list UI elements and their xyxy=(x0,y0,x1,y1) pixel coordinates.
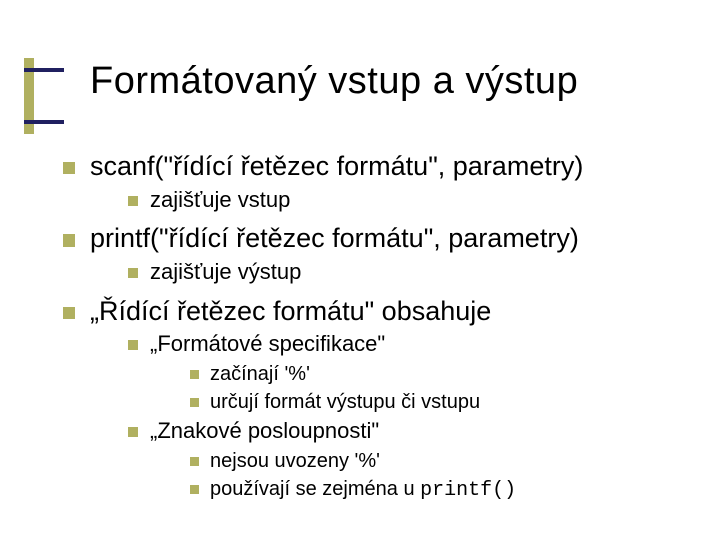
accent-tick xyxy=(24,68,64,72)
item-text: printf("řídící řetězec formátu", paramet… xyxy=(90,223,579,253)
item-text: „Formátové specifikace" xyxy=(150,331,385,356)
list-item: určují formát výstupu či vstupu xyxy=(210,389,690,415)
square-bullet-icon xyxy=(128,268,138,278)
square-bullet-icon xyxy=(63,234,75,246)
square-bullet-icon xyxy=(128,196,138,206)
list-item: začínají '%' xyxy=(210,361,690,387)
item-text: zajišťuje vstup xyxy=(150,187,290,212)
list-item: „Znakové posloupnosti" xyxy=(150,417,690,446)
item-text: začínají '%' xyxy=(210,363,310,385)
list-item: zajišťuje vstup xyxy=(150,186,690,215)
item-text: nejsou uvozeny '%' xyxy=(210,450,380,472)
list-item: „Formátové specifikace" xyxy=(150,330,690,359)
item-text: „Řídící řetězec formátu" obsahuje xyxy=(90,296,491,326)
slide-title: Formátovaný vstup a výstup xyxy=(90,60,578,103)
slide: Formátovaný vstup a výstup scanf("řídící… xyxy=(0,0,720,540)
list-item: printf("řídící řetězec formátu", paramet… xyxy=(90,222,690,256)
square-bullet-icon xyxy=(190,398,199,407)
item-text: „Znakové posloupnosti" xyxy=(150,418,379,443)
list-item: používají se zejména u printf() xyxy=(210,476,690,504)
list-item: nejsou uvozeny '%' xyxy=(210,448,690,474)
list-item: scanf("řídící řetězec formátu", parametr… xyxy=(90,150,690,184)
item-text: zajišťuje výstup xyxy=(150,259,301,284)
slide-body: scanf("řídící řetězec formátu", parametr… xyxy=(60,150,690,506)
list-item: zajišťuje výstup xyxy=(150,258,690,287)
square-bullet-icon xyxy=(190,457,199,466)
item-text: scanf("řídící řetězec formátu", parametr… xyxy=(90,151,583,181)
square-bullet-icon xyxy=(63,307,75,319)
square-bullet-icon xyxy=(128,427,138,437)
square-bullet-icon xyxy=(63,162,75,174)
item-text: určují formát výstupu či vstupu xyxy=(210,391,480,413)
square-bullet-icon xyxy=(190,485,199,494)
accent-tick xyxy=(24,120,64,124)
square-bullet-icon xyxy=(190,370,199,379)
list-item: „Řídící řetězec formátu" obsahuje xyxy=(90,295,690,329)
code-text: printf() xyxy=(420,479,516,502)
square-bullet-icon xyxy=(128,340,138,350)
item-text: používají se zejména u xyxy=(210,478,420,500)
